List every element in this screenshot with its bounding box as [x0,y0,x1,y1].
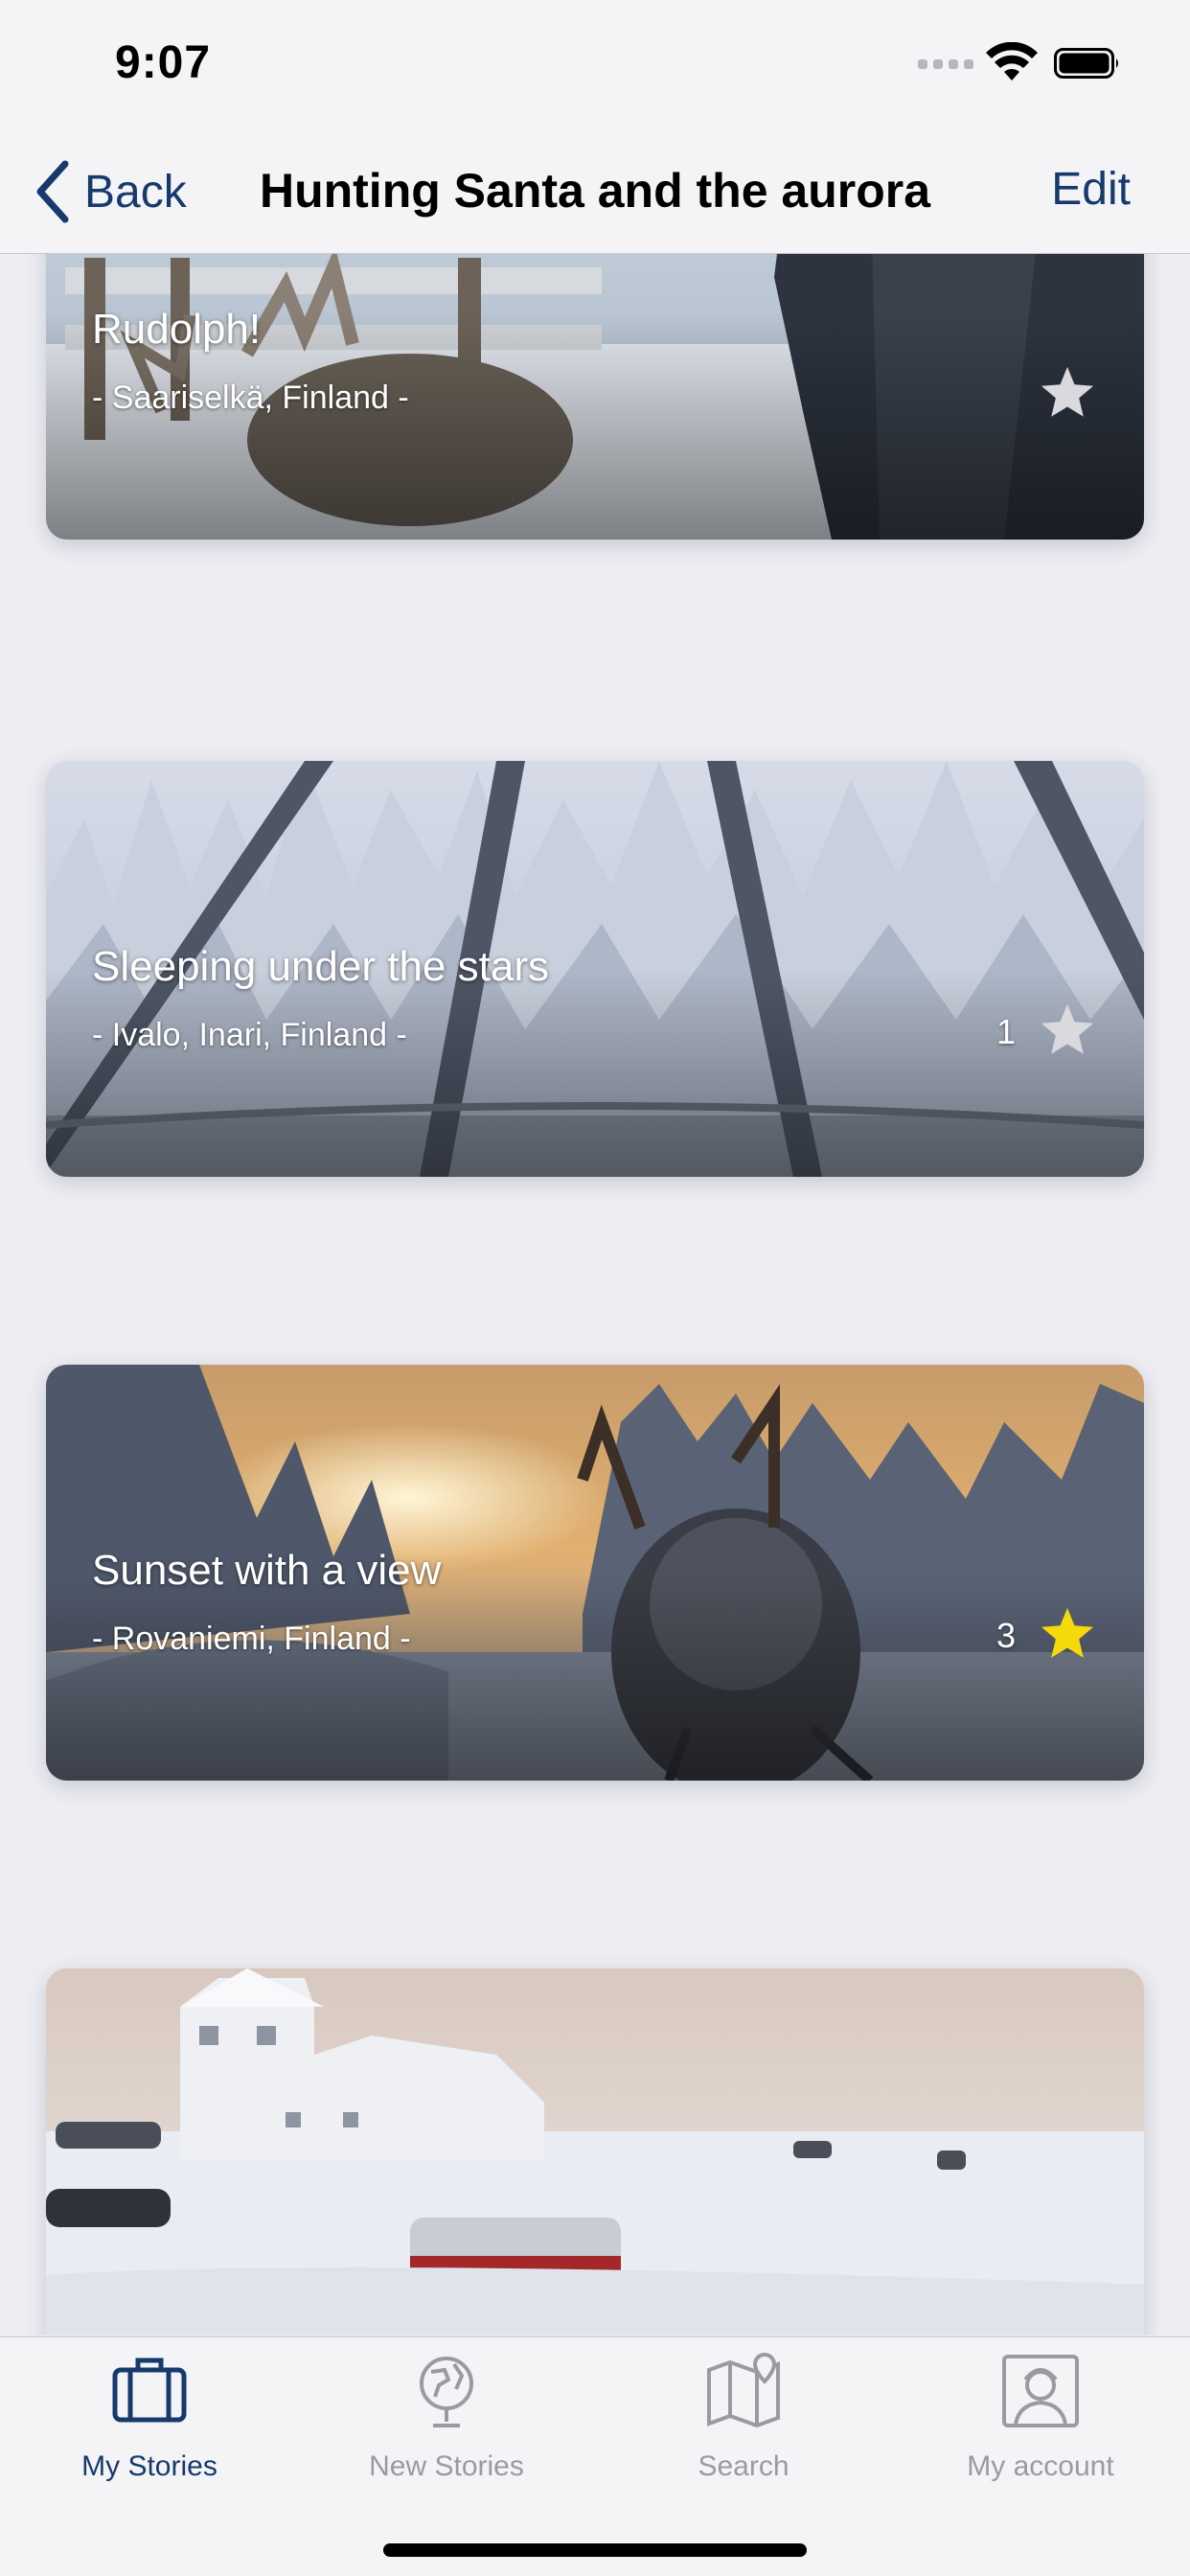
story-location: - Saariselkä, Finland - [92,380,409,416]
edit-button[interactable]: Edit [1051,163,1131,216]
story-photo [46,1968,1144,2335]
story-card[interactable]: Rudolph! - Saariselkä, Finland - [46,254,1144,540]
story-title: Rudolph! [92,306,262,353]
story-card[interactable]: Sunset with a view - Rovaniemi, Finland … [46,1365,1144,1781]
story-title: Sleeping under the stars [92,943,549,990]
tab-label: Search [698,2450,790,2482]
tab-my-stories[interactable]: My Stories [6,2351,293,2495]
cellular-signal-icon [918,59,973,73]
navigation-bar: Back Hunting Santa and the aurora Edit [0,134,1190,254]
screen: 9:07 Back Hunting Santa and the aurora E… [0,0,1190,2576]
story-like-count: 1 [995,1012,1016,1051]
status-bar: 9:07 [0,0,1190,134]
tab-search[interactable]: Search [600,2351,887,2495]
story-location: - Rovaniemi, Finland - [92,1621,411,1657]
story-card[interactable] [46,1968,1144,2335]
tab-new-stories[interactable]: New Stories [303,2351,590,2495]
story-title: Sunset with a view [92,1547,442,1594]
tab-label: New Stories [369,2450,524,2482]
tab-bar: My Stories New Stories Search My account [0,2336,1190,2576]
star-icon[interactable] [1037,1000,1098,1060]
page-title: Hunting Santa and the aurora [259,164,931,218]
globe-icon [420,2357,473,2427]
story-list: Rudolph! - Saariselkä, Finland - Sleepin… [0,254,1190,2335]
battery-icon [1054,48,1118,79]
story-like-count: 3 [995,1616,1016,1655]
map-pin-icon [707,2352,780,2428]
tab-label: My account [967,2450,1114,2482]
tab-my-account[interactable]: My account [897,2351,1184,2495]
home-indicator [383,2543,807,2557]
tab-label: My Stories [81,2450,217,2482]
star-icon[interactable] [1037,363,1098,423]
story-card[interactable]: Sleeping under the stars - Ivalo, Inari,… [46,761,1144,1177]
story-location: - Ivalo, Inari, Finland - [92,1017,407,1053]
star-icon[interactable] [1037,1604,1098,1664]
suitcase-icon [112,2358,187,2423]
status-time: 9:07 [115,37,212,88]
wifi-icon [986,42,1038,80]
user-icon [1002,2355,1079,2427]
